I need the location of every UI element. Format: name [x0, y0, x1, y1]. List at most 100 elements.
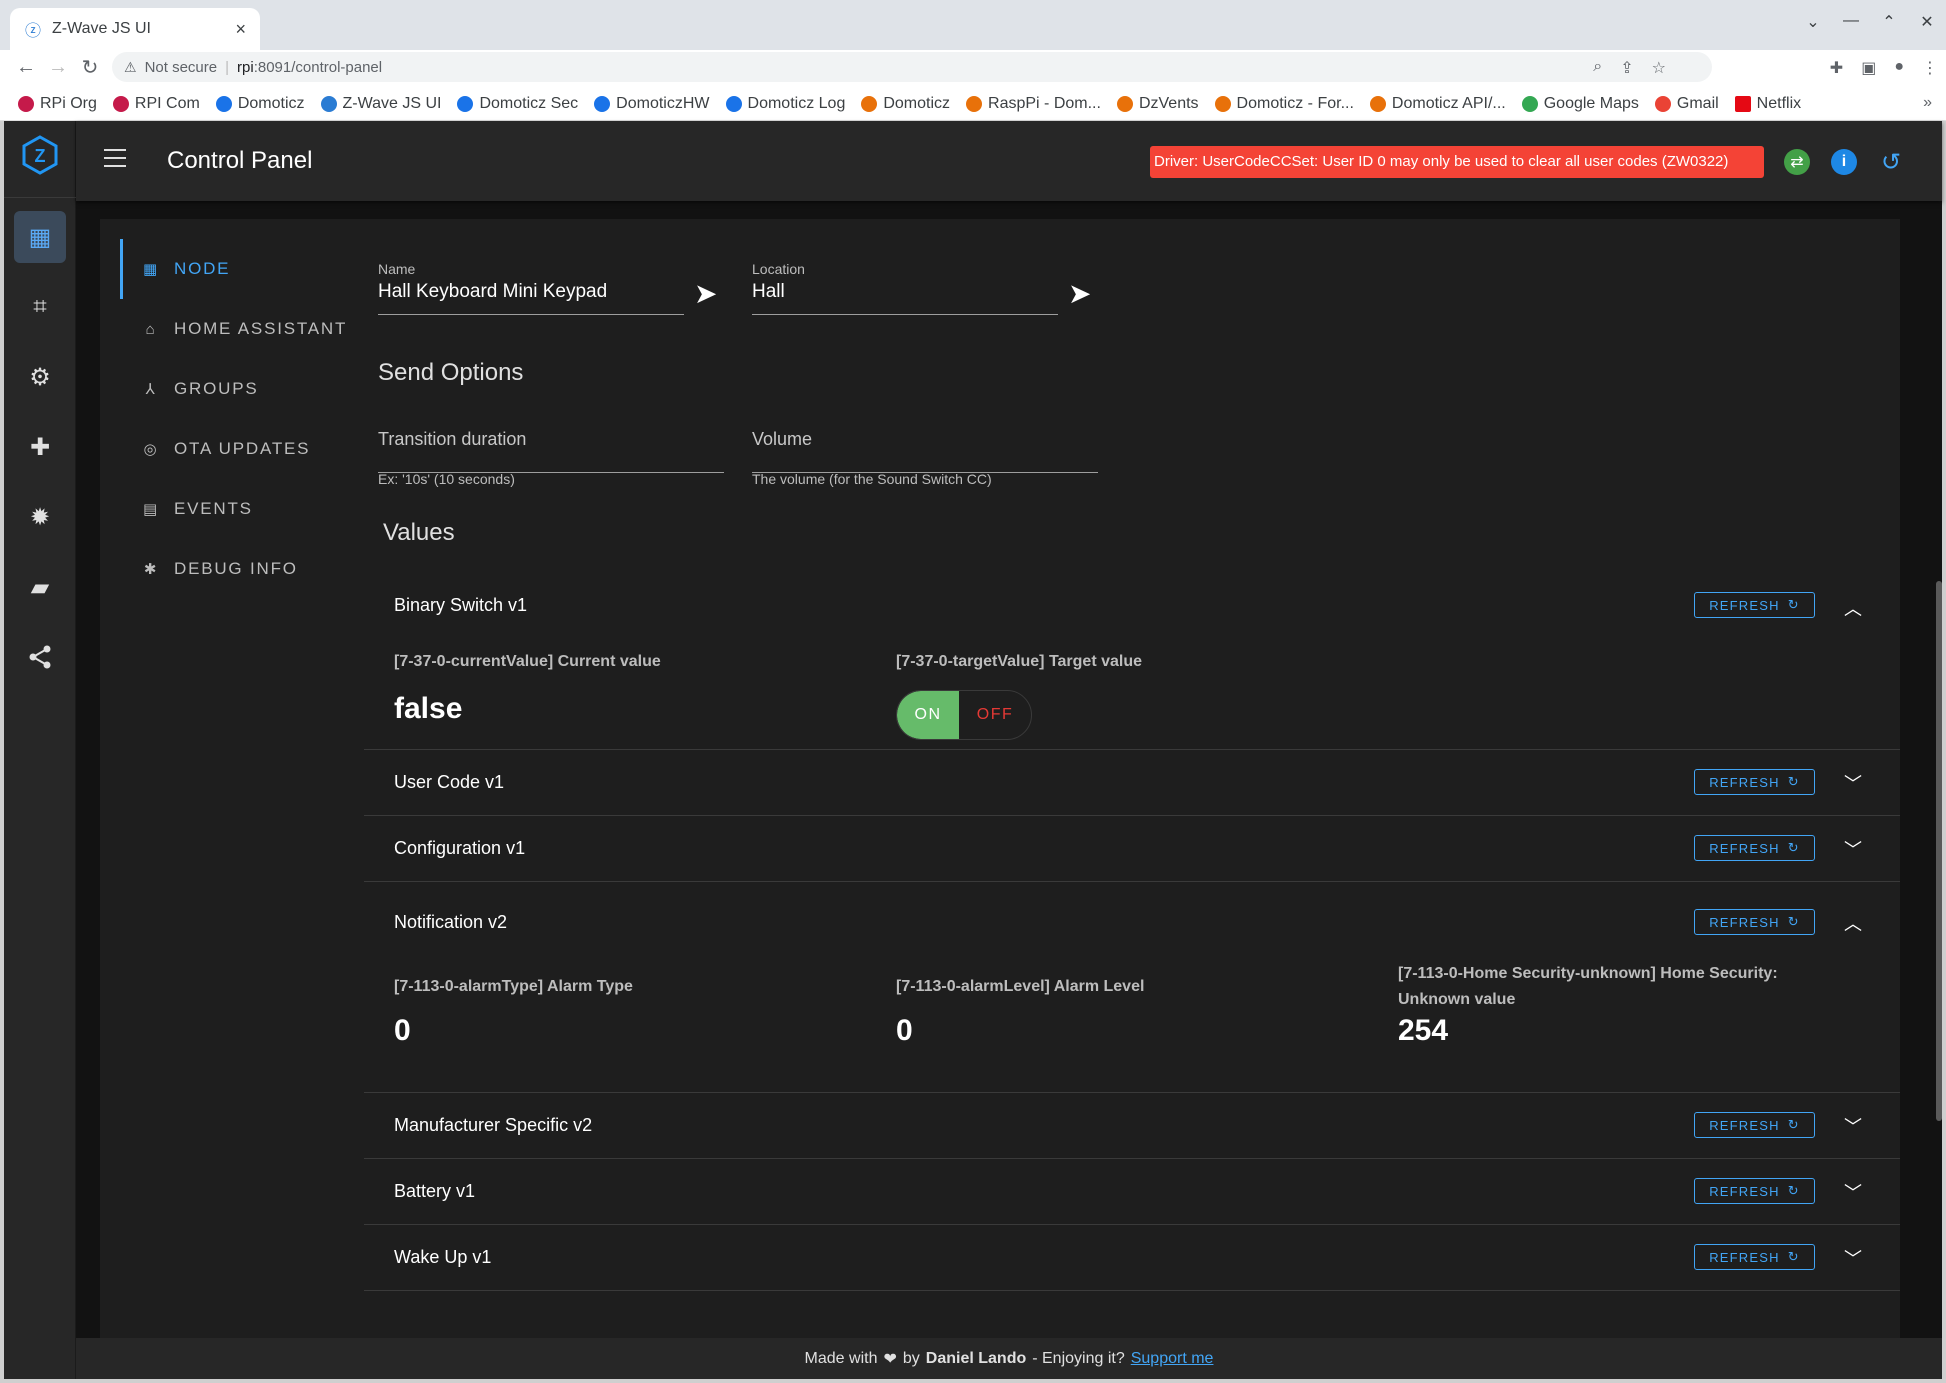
chevron-up-icon[interactable]: ︿: [1844, 910, 1862, 936]
send-name-icon[interactable]: ➤: [694, 277, 717, 310]
panel-title[interactable]: Notification v2: [394, 912, 507, 933]
bookmarks-overflow-icon[interactable]: »: [1923, 94, 1932, 112]
chevron-down-icon[interactable]: ﹀: [1844, 1113, 1862, 1139]
name-value[interactable]: Hall Keyboard Mini Keypad: [378, 281, 684, 303]
home-icon: ⌂: [145, 320, 157, 338]
share-page-icon[interactable]: ⇪: [1620, 58, 1633, 78]
target-value-toggle[interactable]: ON OFF: [896, 690, 1032, 740]
chevron-down-icon[interactable]: ﹀: [1844, 836, 1862, 862]
chevron-up-icon[interactable]: ︿: [1844, 595, 1862, 621]
tab-events[interactable]: ▤ EVENTS: [120, 479, 350, 539]
panel-title[interactable]: Manufacturer Specific v2: [394, 1115, 592, 1136]
bookmark-favicon-icon: [861, 96, 878, 112]
restore-icon[interactable]: ⌃: [1870, 12, 1908, 32]
bookmark-item[interactable]: Domoticz: [215, 95, 305, 113]
scrollbar[interactable]: [1936, 581, 1942, 1121]
chevron-down-icon[interactable]: ﹀: [1844, 1245, 1862, 1271]
values-title: Values: [383, 519, 455, 546]
bookmark-item[interactable]: Google Maps: [1521, 95, 1639, 113]
zwave-logo-icon[interactable]: Z: [18, 133, 62, 177]
tab-ota-updates[interactable]: ◎ OTA UPDATES: [120, 419, 350, 479]
window-close-icon[interactable]: ✕: [1908, 12, 1946, 32]
reload-icon[interactable]: ↻: [74, 55, 106, 80]
panel-title[interactable]: User Code v1: [394, 772, 504, 793]
volume-input[interactable]: Volume: [752, 429, 1098, 473]
bookmark-item[interactable]: Z-Wave JS UI: [320, 95, 441, 113]
url-separator: |: [225, 58, 230, 76]
bookmark-label: RaspPi - Dom...: [988, 95, 1101, 112]
tab-search-icon[interactable]: ⌄: [1794, 12, 1832, 32]
browser-tab[interactable]: ⓩ Z-Wave JS UI ×: [10, 8, 260, 50]
chevron-down-icon[interactable]: ﹀: [1844, 770, 1862, 796]
tab-groups[interactable]: ⅄ GROUPS: [120, 359, 350, 419]
bookmark-favicon-icon: [966, 96, 983, 112]
zoom-icon[interactable]: ⌕: [1593, 58, 1602, 78]
bookmark-item[interactable]: RPI Com: [112, 95, 200, 113]
bookmark-item[interactable]: Netflix: [1734, 95, 1801, 113]
scenes-nav-icon[interactable]: ✚: [14, 421, 66, 473]
refresh-button[interactable]: REFRESH ↻: [1694, 769, 1815, 795]
bookmark-item[interactable]: DzVents: [1116, 95, 1199, 113]
info-icon[interactable]: i: [1831, 149, 1857, 175]
bookmark-item[interactable]: RaspPi - Dom...: [966, 95, 1101, 113]
tab-close-icon[interactable]: ×: [235, 19, 246, 40]
forward-icon[interactable]: →: [42, 56, 74, 79]
side-panel-icon[interactable]: ▣: [1861, 58, 1876, 78]
extensions-icon[interactable]: ✚: [1830, 58, 1843, 78]
location-field[interactable]: Location Hall: [752, 261, 1058, 315]
refresh-label: REFRESH: [1709, 597, 1780, 613]
refresh-label: REFRESH: [1709, 1183, 1780, 1199]
sync-status-icon[interactable]: ⇄: [1784, 149, 1810, 175]
store-folder-nav-icon[interactable]: ▰: [14, 561, 66, 613]
refresh-button[interactable]: REFRESH ↻: [1694, 1112, 1815, 1138]
back-icon[interactable]: ←: [10, 56, 42, 79]
panel-title[interactable]: Battery v1: [394, 1181, 475, 1202]
transition-duration-input[interactable]: Transition duration: [378, 429, 724, 473]
menu-icon[interactable]: [104, 149, 126, 167]
history-icon[interactable]: ↺: [1878, 149, 1904, 176]
name-field[interactable]: Name Hall Keyboard Mini Keypad: [378, 261, 684, 315]
refresh-button[interactable]: REFRESH ↻: [1694, 592, 1815, 618]
bookmark-item[interactable]: Domoticz - For...: [1214, 95, 1354, 113]
smart-start-nav-icon[interactable]: ⌗: [14, 281, 66, 333]
bookmark-item[interactable]: Domoticz API/...: [1369, 95, 1506, 113]
bookmark-item[interactable]: RPi Org: [18, 95, 97, 113]
toggle-off-button[interactable]: OFF: [959, 691, 1031, 739]
send-options-title: Send Options: [378, 359, 524, 386]
page-title: Control Panel: [167, 147, 313, 174]
panel-title[interactable]: Binary Switch v1: [394, 595, 527, 616]
tab-home-assistant[interactable]: ⌂ HOME ASSISTANT: [120, 299, 350, 359]
bookmark-star-icon[interactable]: ☆: [1652, 58, 1666, 78]
panel-title[interactable]: Wake Up v1: [394, 1247, 491, 1268]
bookmark-item[interactable]: Domoticz Log: [725, 95, 845, 113]
tab-node[interactable]: ▦ NODE: [120, 239, 350, 299]
control-panel-nav-icon[interactable]: ▦: [14, 211, 66, 263]
refresh-button[interactable]: REFRESH ↻: [1694, 835, 1815, 861]
location-value[interactable]: Hall: [752, 281, 1058, 303]
panel-title[interactable]: Configuration v1: [394, 838, 525, 859]
debug-nav-icon[interactable]: ✹: [14, 491, 66, 543]
network-graph-nav-icon[interactable]: [14, 631, 66, 683]
minimize-icon[interactable]: —: [1832, 12, 1870, 32]
chevron-down-icon[interactable]: ﹀: [1844, 1179, 1862, 1205]
bookmark-favicon-icon: [725, 96, 742, 112]
refresh-button[interactable]: REFRESH ↻: [1694, 1244, 1815, 1270]
tab-label: GROUPS: [174, 379, 259, 398]
configuration-panel: Configuration v1 REFRESH ↻ ﹀: [364, 816, 1900, 882]
bookmark-item[interactable]: DomoticzHW: [594, 95, 710, 113]
support-link[interactable]: Support me: [1131, 1350, 1214, 1368]
profile-icon[interactable]: ●: [1894, 58, 1904, 78]
toggle-on-button[interactable]: ON: [897, 691, 959, 739]
home-security-label: [7-113-0-Home Security-unknown] Home Sec…: [1398, 965, 1778, 1008]
send-location-icon[interactable]: ➤: [1068, 277, 1091, 310]
refresh-button[interactable]: REFRESH ↻: [1694, 909, 1815, 935]
address-bar[interactable]: ⚠ Not secure | rpi :8091/control-panel: [112, 52, 1712, 82]
bookmark-item[interactable]: Domoticz Sec: [457, 95, 578, 113]
update-icon: ◎: [143, 441, 159, 458]
settings-nav-icon[interactable]: ⚙: [14, 351, 66, 403]
tab-debug-info[interactable]: ✱ DEBUG INFO: [120, 539, 350, 599]
bookmark-item[interactable]: Domoticz: [861, 95, 950, 113]
bookmark-item[interactable]: Gmail: [1654, 95, 1719, 113]
browser-menu-icon[interactable]: ⋮: [1922, 58, 1938, 78]
refresh-button[interactable]: REFRESH ↻: [1694, 1178, 1815, 1204]
